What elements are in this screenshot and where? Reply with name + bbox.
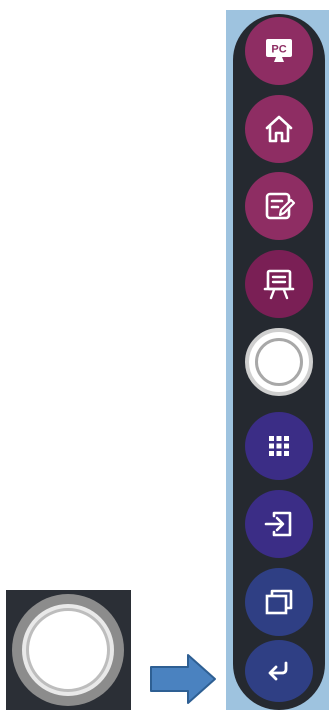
- input-source-icon: [264, 511, 292, 537]
- circle-button[interactable]: [245, 328, 313, 396]
- input-source-button[interactable]: [245, 490, 313, 558]
- notes-button[interactable]: [245, 172, 313, 240]
- whiteboard-icon: [263, 269, 295, 300]
- pc-label: PC: [271, 44, 286, 56]
- return-icon: [268, 661, 288, 681]
- grid-icon: [269, 436, 289, 456]
- home-button[interactable]: [245, 95, 313, 163]
- note-edit-icon: [265, 192, 296, 220]
- circle-preview-tile: [6, 590, 131, 710]
- apps-button[interactable]: [245, 412, 313, 480]
- back-button[interactable]: [245, 640, 313, 702]
- circle-icon: [255, 338, 303, 386]
- right-arrow-icon: [150, 654, 216, 704]
- circle-icon: [12, 594, 124, 706]
- windows-button[interactable]: [245, 568, 313, 636]
- monitor-pc-icon: PC: [266, 39, 292, 62]
- whiteboard-button[interactable]: [245, 250, 313, 318]
- home-icon: [265, 115, 293, 143]
- pc-button[interactable]: PC: [245, 17, 313, 85]
- windows-icon: [265, 589, 293, 615]
